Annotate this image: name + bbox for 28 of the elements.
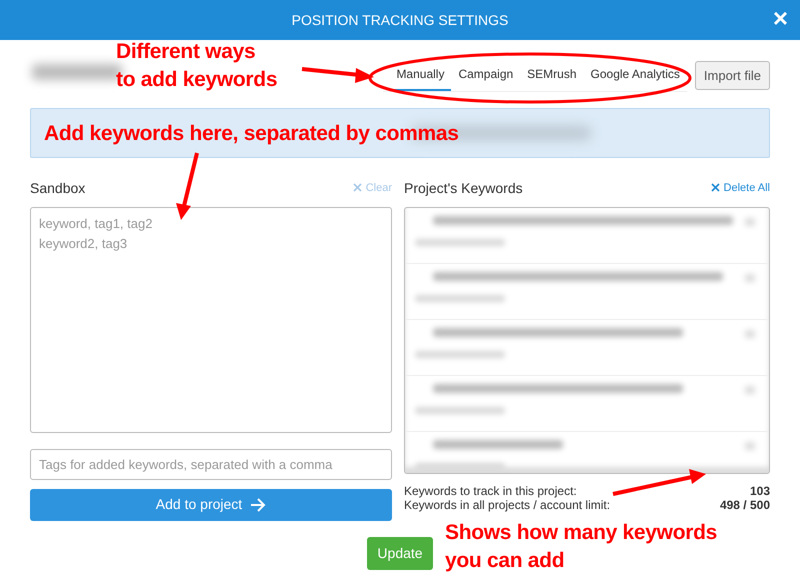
stat-label: Keywords to track in this project: <box>404 484 577 498</box>
stat-value: 103 <box>750 484 770 498</box>
close-icon <box>710 183 720 192</box>
blurred-icon <box>745 218 755 226</box>
close-icon <box>352 183 362 192</box>
blurred-icon <box>745 386 755 394</box>
tab[interactable]: Manually <box>389 61 452 91</box>
annotation-arrow <box>176 152 199 220</box>
arrow-right-icon <box>250 498 266 512</box>
blurred-icon <box>745 330 755 338</box>
stat-label: Keywords in all projects / account limit: <box>404 498 610 512</box>
sandbox-title: Sandbox <box>30 179 86 198</box>
blurred-icon <box>745 274 755 282</box>
project-keywords-title: Project's Keywords <box>404 179 523 198</box>
annotation-text: Different ways to add keywords <box>116 39 278 93</box>
delete-all-link[interactable]: Delete All <box>710 180 770 197</box>
tags-input[interactable]: Tags for added keywords, separated with a comma <box>30 448 392 480</box>
tab[interactable]: Campaign <box>451 61 520 91</box>
window-title: POSITION TRACKING SETTINGS <box>292 10 508 30</box>
keywords-textarea[interactable]: keyword, tag1, tag2 keyword2, tag3 <box>30 207 392 433</box>
annotation-text: Shows how many keywords you can add <box>445 520 718 574</box>
annotation-text: Add keywords here, separated by commas <box>44 121 459 147</box>
stat-value: 498 / 500 <box>720 498 770 512</box>
close-button[interactable]: × <box>768 5 792 31</box>
import-file-button[interactable]: Import file <box>694 60 770 90</box>
tab[interactable]: Google Analytics <box>584 61 687 91</box>
blurred-icon <box>745 442 755 450</box>
tab[interactable]: SEMrush <box>520 61 584 91</box>
